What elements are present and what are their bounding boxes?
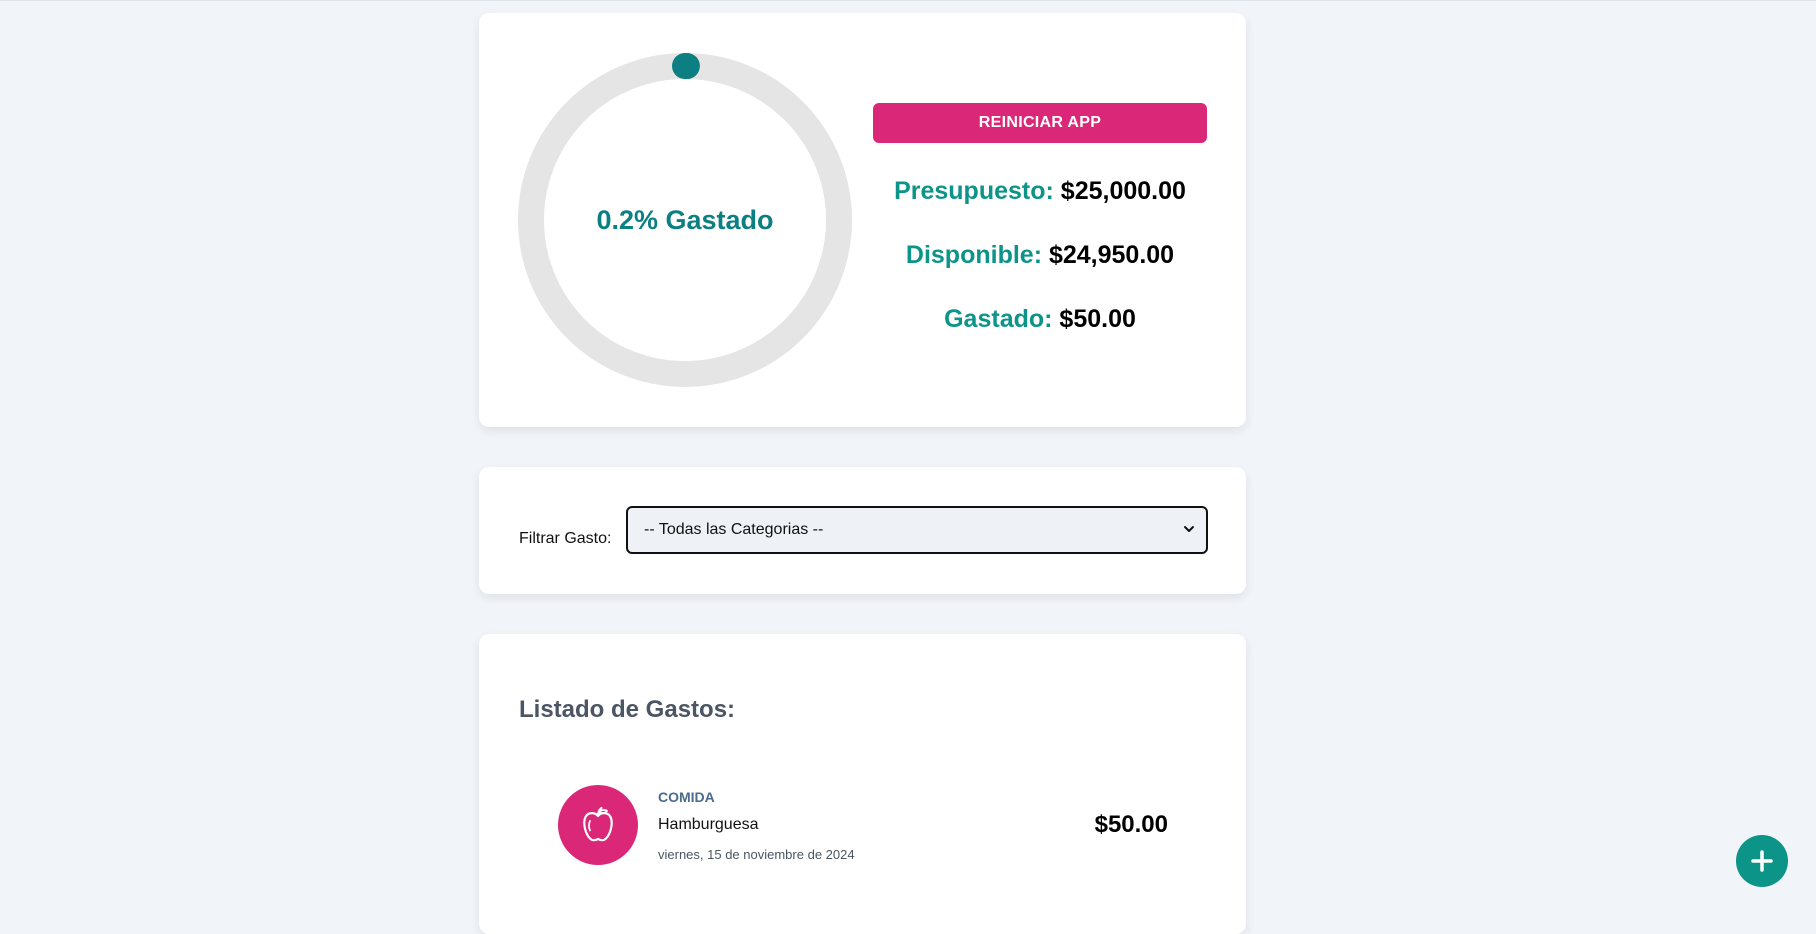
category-filter-selected-value: -- Todas las Categorias -- bbox=[644, 521, 824, 538]
expense-list-item[interactable]: Comida Hamburguesa viernes, 15 de noviem… bbox=[558, 785, 1168, 867]
plus-icon bbox=[1751, 850, 1773, 872]
budget-stat: Presupuesto: $25,000.00 bbox=[873, 177, 1207, 206]
expense-name: Hamburguesa bbox=[658, 816, 759, 833]
expense-category: Comida bbox=[658, 789, 715, 805]
spent-stat-label: Gastado: bbox=[944, 305, 1053, 333]
expense-date: viernes, 15 de noviembre de 2024 bbox=[658, 847, 855, 862]
budget-progress-ring: 0.2% Gastado bbox=[518, 53, 852, 387]
available-stat-label: Disponible: bbox=[905, 241, 1043, 269]
top-divider bbox=[0, 0, 1816, 1]
filter-label: Filtrar Gasto: bbox=[519, 530, 612, 547]
expense-list-title: Listado de Gastos: bbox=[519, 696, 736, 723]
category-filter-select[interactable]: -- Todas las Categorias -- bbox=[626, 506, 1208, 554]
available-stat: Disponible: $24,950.00 bbox=[873, 241, 1207, 270]
chevron-down-icon bbox=[1184, 526, 1194, 532]
apple-icon bbox=[558, 785, 638, 865]
spent-stat: Gastado: $50.00 bbox=[873, 305, 1207, 334]
progress-ring-label: 0.2% Gastado bbox=[596, 204, 774, 235]
reset-app-button[interactable]: Reiniciar App bbox=[873, 103, 1207, 143]
expense-list-card: Listado de Gastos: Comida Hamburguesa vi… bbox=[479, 634, 1246, 934]
budget-stat-value: $25,000.00 bbox=[1060, 177, 1186, 205]
available-stat-value: $24,950.00 bbox=[1048, 241, 1175, 269]
expense-amount: $50.00 bbox=[1094, 811, 1168, 838]
spent-stat-value: $50.00 bbox=[1059, 305, 1136, 333]
budget-card: 0.2% Gastado Reiniciar App Presupuesto: … bbox=[479, 13, 1246, 427]
add-expense-button[interactable] bbox=[1736, 835, 1788, 887]
filter-card: Filtrar Gasto: -- Todas las Categorias -… bbox=[479, 467, 1246, 594]
budget-stat-label: Presupuesto: bbox=[894, 177, 1054, 205]
